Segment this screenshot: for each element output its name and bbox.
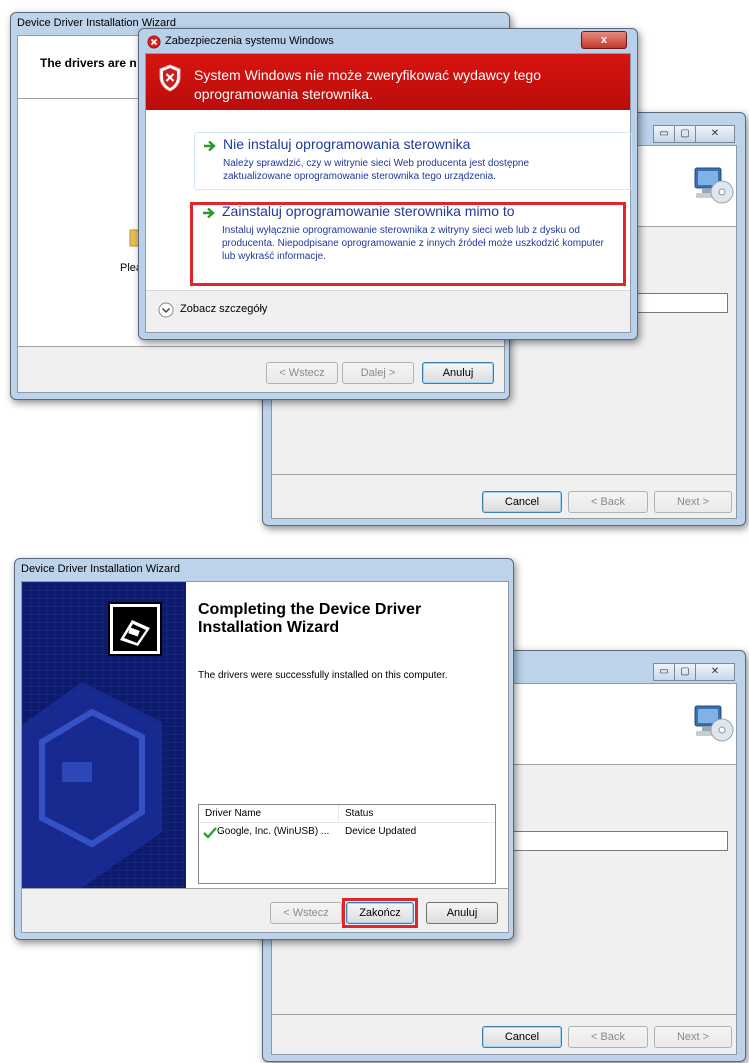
driver-list: Driver Name Status Google, Inc. (WinUSB)… <box>198 804 496 884</box>
warning-message: System Windows nie może zweryfikować wyd… <box>194 67 542 102</box>
shield-error-icon <box>158 64 182 92</box>
highlight-finish-button <box>342 898 418 928</box>
minimize-button[interactable]: ▭ <box>653 663 675 681</box>
driver-name-cell: Google, Inc. (WinUSB) ... <box>217 826 330 837</box>
close-button[interactable]: ✕ <box>695 125 735 143</box>
checkmark-icon <box>203 827 217 839</box>
column-header-status[interactable]: Status <box>339 805 495 823</box>
maximize-button[interactable]: ▢ <box>674 125 696 143</box>
wizard-header-text: The drivers are n <box>40 56 137 70</box>
status-cell: Device Updated <box>345 826 417 837</box>
computer-cd-icon <box>692 164 734 206</box>
next-button[interactable]: Next > <box>654 491 732 513</box>
minimize-button[interactable]: ▭ <box>653 125 675 143</box>
show-details-link[interactable]: Zobacz szczegóły <box>180 303 267 315</box>
back-button[interactable]: < Back <box>568 1026 648 1048</box>
close-button[interactable]: ✕ <box>695 663 735 681</box>
column-header-driver-name[interactable]: Driver Name <box>199 805 339 823</box>
next-button[interactable]: Dalej > <box>342 362 414 384</box>
back-button[interactable]: < Wstecz <box>266 362 338 384</box>
option-dont-install-desc: Należy sprawdzić, czy w witrynie sieci W… <box>223 158 530 182</box>
option-dont-install-title: Nie instaluj oprogramowania sterownika <box>223 136 471 152</box>
security-client: System Windows nie może zweryfikować wyd… <box>145 53 632 333</box>
driver-wizard-window-bottom: Device Driver Installation Wizard Comple… <box>14 558 514 940</box>
table-row[interactable]: Google, Inc. (WinUSB) ... Device Updated <box>199 825 495 841</box>
back-button[interactable]: < Back <box>568 491 648 513</box>
cancel-button[interactable]: Cancel <box>482 1026 562 1048</box>
dialog-title: Zabezpieczenia systemu Windows <box>165 35 334 47</box>
maximize-button[interactable]: ▢ <box>674 663 696 681</box>
window-title: Device Driver Installation Wizard <box>21 563 180 575</box>
computer-cd-icon <box>692 702 734 744</box>
next-button[interactable]: Next > <box>654 1026 732 1048</box>
highlight-install-anyway <box>190 202 626 286</box>
arrow-right-icon <box>203 139 217 153</box>
close-button[interactable]: x <box>581 31 627 49</box>
security-shield-small-icon <box>147 35 161 49</box>
hardware-icon <box>108 602 162 656</box>
wizard-client: Completing the Device Driver Installatio… <box>21 581 509 933</box>
wizard-heading: Completing the Device Driver Installatio… <box>198 601 422 636</box>
security-dialog: Zabezpieczenia systemu Windows x System … <box>138 28 638 340</box>
cancel-button[interactable]: Cancel <box>482 491 562 513</box>
back-button[interactable]: < Wstecz <box>270 902 342 924</box>
text-field[interactable] <box>500 831 728 851</box>
option-dont-install[interactable]: Nie instaluj oprogramowania sterownika N… <box>194 132 632 190</box>
chevron-down-icon[interactable] <box>158 302 174 318</box>
cancel-button[interactable]: Anuluj <box>422 362 494 384</box>
cancel-button[interactable]: Anuluj <box>426 902 498 924</box>
success-message: The drivers were successfully installed … <box>198 670 448 681</box>
